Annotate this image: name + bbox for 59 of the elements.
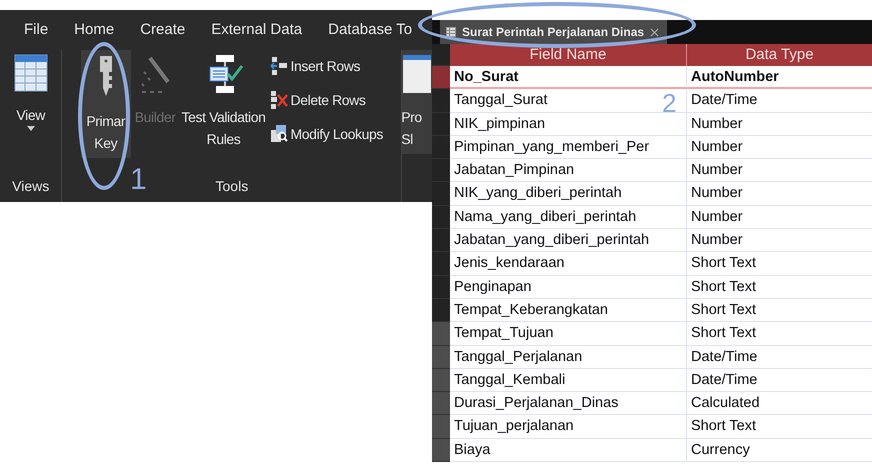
table-cell: No_Surat xyxy=(450,66,687,90)
table-cell: Calculated xyxy=(687,392,872,416)
table-cell: Short Text xyxy=(687,415,872,439)
table-cell: NIK_pimpinan xyxy=(450,112,687,136)
group-label: Views xyxy=(12,177,50,196)
table-cell: Tujuan_perjalanan xyxy=(450,415,687,439)
table-cell: Number xyxy=(687,159,872,182)
table-cell: Date/Time xyxy=(687,89,872,113)
ribbon-tab[interactable]: File xyxy=(24,20,48,42)
table-cell: Number xyxy=(687,112,872,136)
table-cell: Number xyxy=(687,182,872,206)
column-header[interactable]: Data Type xyxy=(687,44,872,66)
ribbon-small-button[interactable]: Modify Lookups xyxy=(270,120,383,148)
caret-icon xyxy=(26,126,35,131)
view-button[interactable]: View xyxy=(12,50,50,147)
table-cell: Date/Time xyxy=(687,346,872,369)
key-icon xyxy=(98,54,114,98)
ribbon-tab[interactable]: Create xyxy=(140,20,186,42)
lookup-icon xyxy=(270,125,288,143)
ribbon-tab[interactable]: Database To xyxy=(328,20,412,42)
table-cell: Number xyxy=(687,229,872,252)
table-cell: Durasi_Perjalanan_Dinas xyxy=(450,392,687,416)
table-cell: Penginapan xyxy=(450,276,687,299)
table-cell: Jenis_kendaraan xyxy=(450,252,687,276)
table-cell: Jabatan_Pimpinan xyxy=(450,159,687,182)
table-cell: Jabatan_yang_diberi_perintah xyxy=(450,229,687,252)
table-cell: Date/Time xyxy=(687,368,872,392)
table-cell: Tempat_Keberangkatan xyxy=(450,298,687,322)
delete-rows-icon xyxy=(270,91,288,109)
table-cell: Tempat_Tujuan xyxy=(450,322,687,346)
table-cell: Number xyxy=(687,206,872,230)
table-cell: Biaya xyxy=(450,438,687,462)
table-cell: Short Text xyxy=(687,252,872,276)
column-header[interactable]: Field Name xyxy=(450,44,687,66)
ribbon-tab[interactable]: External Data xyxy=(211,20,302,42)
table-cell: Tanggal_Kembali xyxy=(450,368,687,392)
document-tab[interactable]: Surat Perintah Perjalanan Dinas xyxy=(440,20,668,44)
test-validation-rules-button[interactable]: Test Validation Rules xyxy=(180,50,268,154)
table-cell: Tanggal_Perjalanan xyxy=(450,346,687,369)
table-cell: Pimpinan_yang_memberi_Per xyxy=(450,136,687,160)
table-cell: Short Text xyxy=(687,298,872,322)
group-label: Tools xyxy=(216,177,248,196)
table-cell: Short Text xyxy=(687,276,872,299)
table-cell: Nama_yang_diberi_perintah xyxy=(450,206,687,230)
ribbon-small-button[interactable]: Insert Rows xyxy=(270,52,383,80)
table-cell: NIK_yang_diberi_perintah xyxy=(450,182,687,206)
close-icon[interactable] xyxy=(650,28,660,36)
row-selector[interactable] xyxy=(432,438,450,462)
table-cell: Number xyxy=(687,136,872,160)
sheet-icon xyxy=(402,54,432,94)
table-icon xyxy=(446,27,456,37)
ribbon-tab[interactable]: Home xyxy=(74,20,114,42)
table-cell: Short Text xyxy=(687,322,872,346)
ribbon-small-button[interactable]: Delete Rows xyxy=(270,86,383,114)
table-icon xyxy=(14,54,48,92)
table-cell: AutoNumber xyxy=(687,66,872,90)
table-cell: Currency xyxy=(687,438,872,462)
annotation-number: 1 xyxy=(130,165,147,195)
insert-rows-icon xyxy=(270,57,288,75)
